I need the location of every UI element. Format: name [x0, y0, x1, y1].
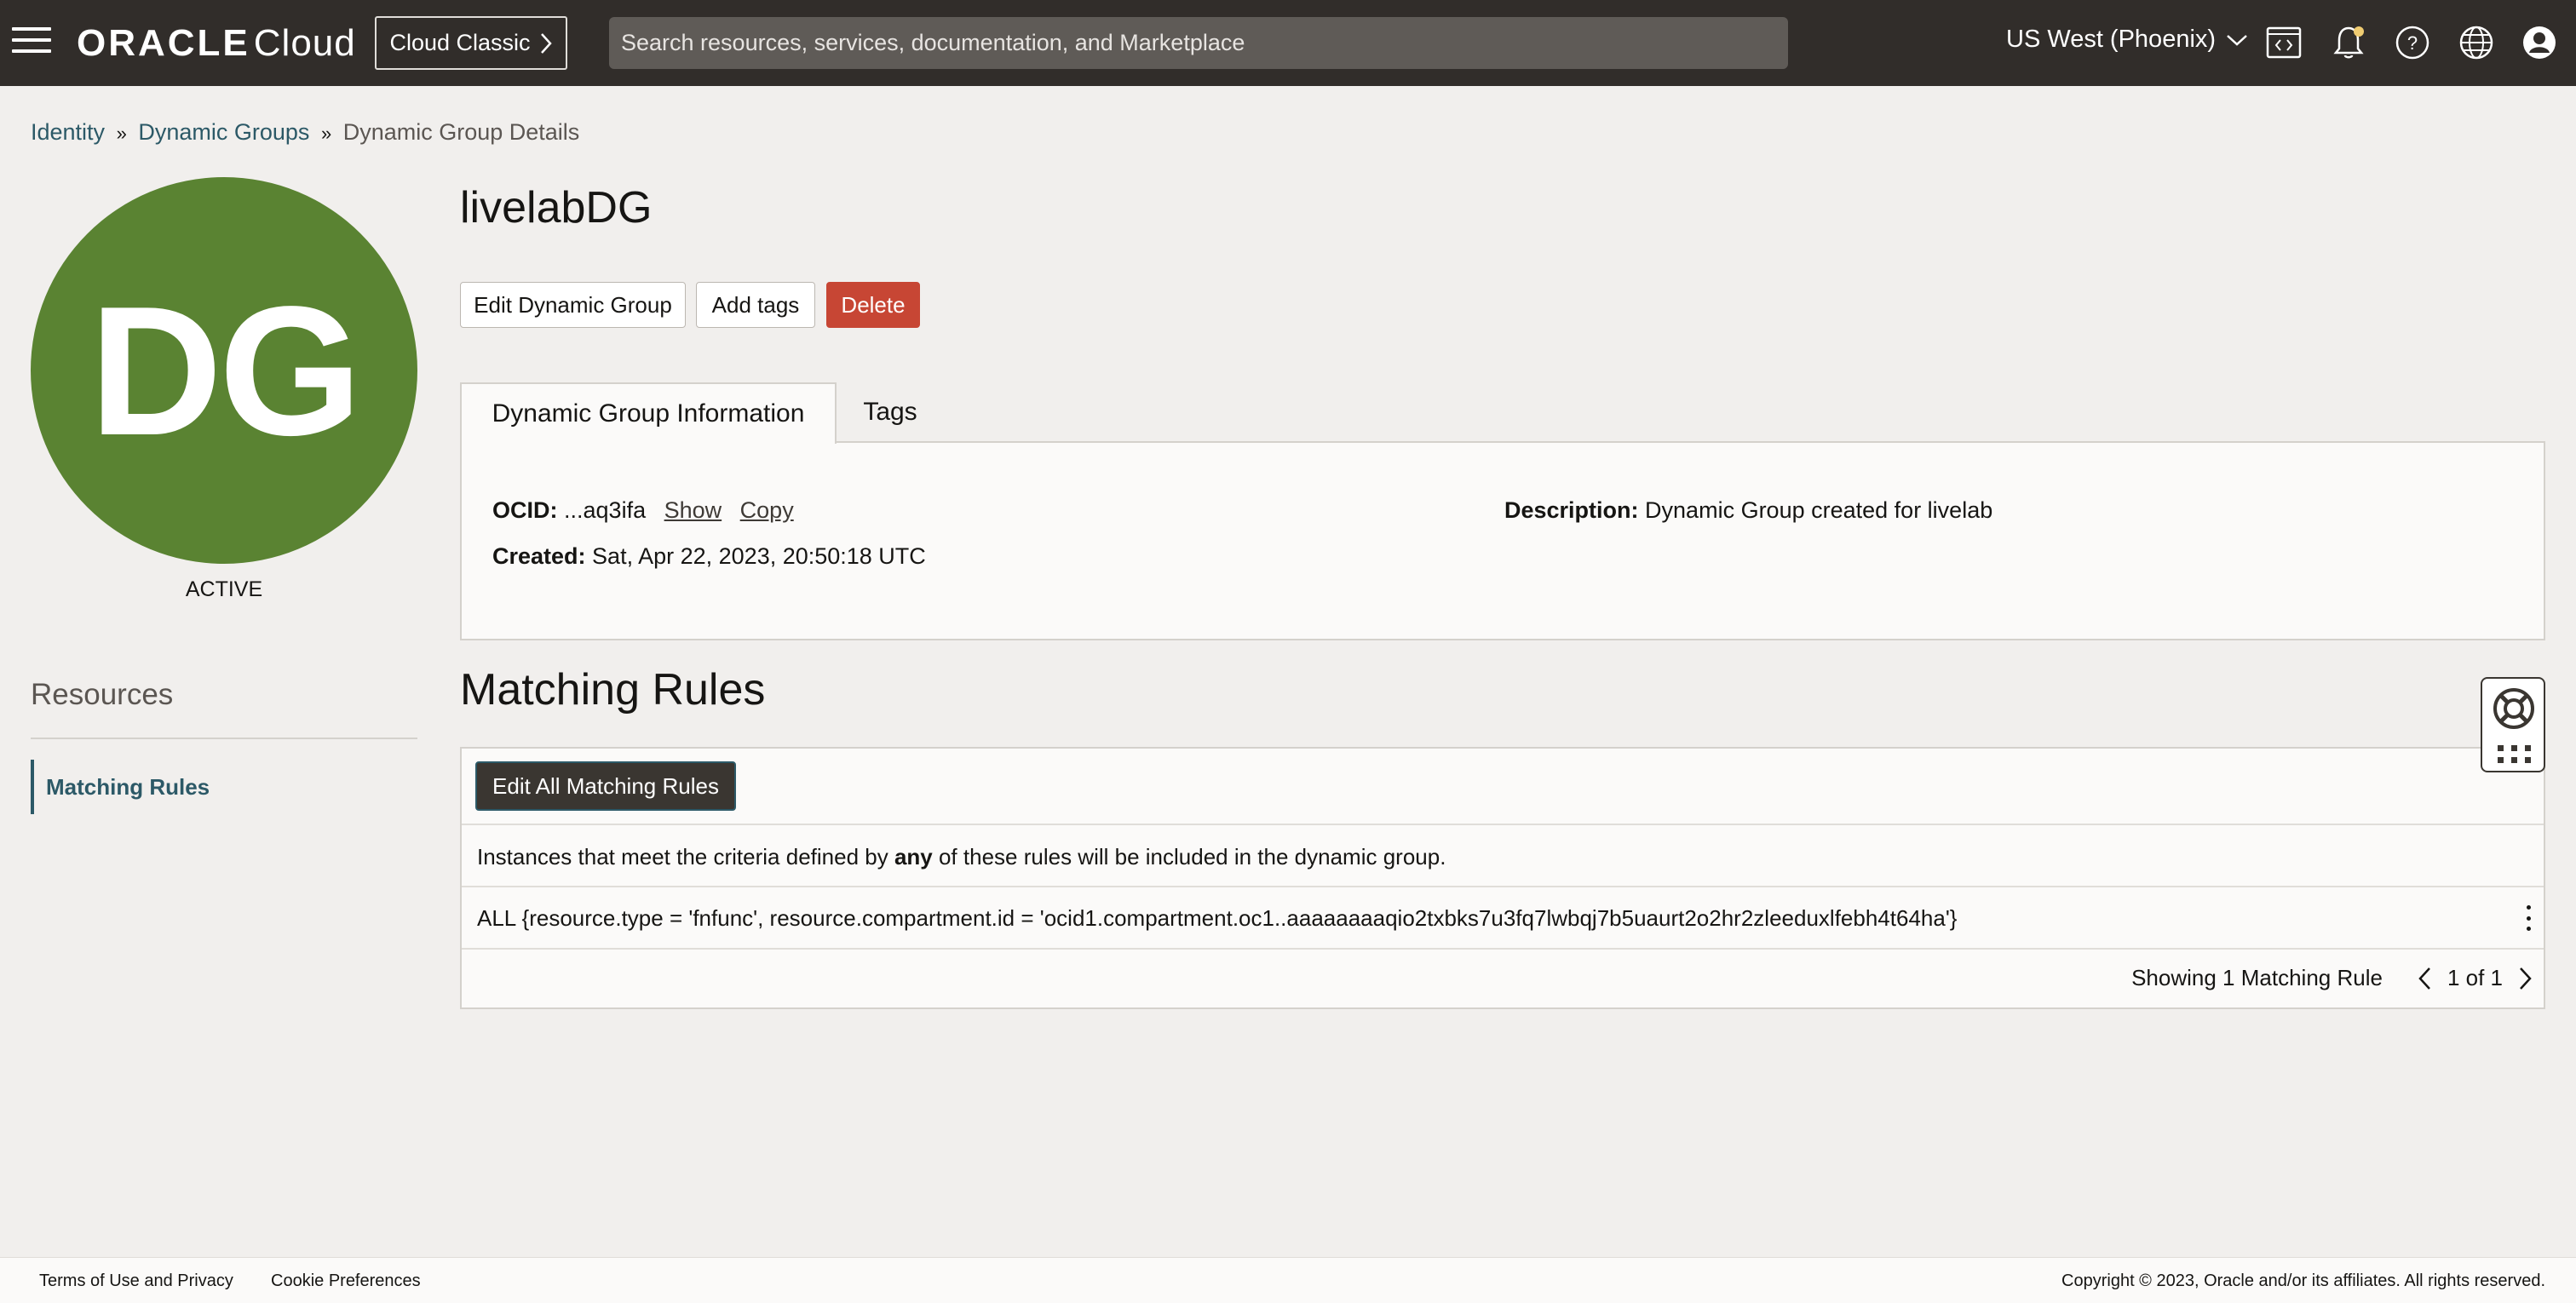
- created-label: Created:: [492, 543, 586, 569]
- region-label: US West (Phoenix): [2006, 26, 2217, 53]
- copy-ocid-link[interactable]: Copy: [740, 497, 794, 523]
- rules-desc-bold: any: [894, 844, 933, 870]
- code-editor-icon[interactable]: [2264, 23, 2303, 62]
- brand-cloud: Cloud: [253, 22, 356, 64]
- show-ocid-link[interactable]: Show: [664, 497, 722, 523]
- created-value: Sat, Apr 22, 2023, 20:50:18 UTC: [592, 543, 926, 569]
- kebab-menu-icon[interactable]: [2520, 905, 2537, 931]
- resources-divider: [31, 738, 417, 739]
- description-label: Description:: [1504, 497, 1639, 523]
- cloud-classic-button[interactable]: Cloud Classic: [375, 16, 567, 70]
- breadcrumb-current: Dynamic Group Details: [342, 119, 580, 145]
- rules-divider: [462, 948, 2544, 950]
- region-selector[interactable]: US West (Phoenix): [2006, 26, 2248, 54]
- edit-all-matching-rules-button[interactable]: Edit All Matching Rules: [475, 761, 736, 811]
- delete-button[interactable]: Delete: [826, 282, 920, 328]
- bell-icon[interactable]: [2329, 23, 2368, 62]
- showing-count: Showing 1 Matching Rule: [2131, 965, 2383, 990]
- created-row: Created: Sat, Apr 22, 2023, 20:50:18 UTC: [492, 543, 926, 570]
- chevron-down-icon: [2227, 34, 2247, 46]
- description-row: Description: Dynamic Group created for l…: [1504, 497, 1992, 524]
- user-icon[interactable]: [2520, 23, 2559, 62]
- pagination: Showing 1 Matching Rule 1 of 1: [2131, 965, 2533, 991]
- menu-icon[interactable]: [12, 27, 51, 58]
- group-avatar: DG: [31, 177, 417, 564]
- dynamic-group-information-panel: OCID: ...aq3ifa Show Copy Created: Sat, …: [460, 441, 2545, 640]
- help-icon[interactable]: ?: [2393, 23, 2432, 62]
- page-title: livelabDG: [460, 183, 653, 232]
- breadcrumb-identity[interactable]: Identity: [31, 119, 105, 145]
- list-item: ALL {resource.type = 'fnfunc', resource.…: [477, 905, 1958, 931]
- resources-item-matching-rules[interactable]: Matching Rules: [31, 760, 417, 814]
- breadcrumb-dynamic-groups[interactable]: Dynamic Groups: [138, 119, 309, 145]
- tab-dynamic-group-information[interactable]: Dynamic Group Information: [460, 382, 837, 444]
- copyright-text: Copyright © 2023, Oracle and/or its affi…: [2061, 1271, 2545, 1290]
- chevron-left-icon[interactable]: [2417, 966, 2432, 991]
- matching-rules-title: Matching Rules: [460, 665, 766, 715]
- globe-icon[interactable]: [2457, 23, 2496, 62]
- status-label: ACTIVE: [185, 577, 263, 601]
- matching-rules-panel: Edit All Matching Rules Instances that m…: [460, 747, 2545, 1009]
- rules-desc-before: Instances that meet the criteria defined…: [477, 844, 894, 870]
- cookie-preferences-link[interactable]: Cookie Preferences: [271, 1271, 421, 1291]
- top-navigation-bar: ORACLECloud Cloud Classic US West (Phoen…: [0, 0, 2576, 86]
- chevron-right-icon[interactable]: [2518, 966, 2533, 991]
- add-tags-button[interactable]: Add tags: [696, 282, 815, 328]
- breadcrumb: Identity » Dynamic Groups » Dynamic Grou…: [31, 119, 579, 146]
- ocid-value: ...aq3ifa: [564, 497, 647, 523]
- rules-desc-after: of these rules will be included in the d…: [932, 844, 1446, 870]
- lifebuoy-icon[interactable]: [2491, 686, 2537, 732]
- help-widget[interactable]: [2481, 677, 2545, 772]
- resources-title: Resources: [31, 678, 174, 711]
- breadcrumb-separator: »: [116, 123, 127, 144]
- page-indicator: 1 of 1: [2447, 965, 2503, 990]
- rules-description: Instances that meet the criteria defined…: [477, 844, 1446, 870]
- rules-divider: [462, 886, 2544, 887]
- description-value: Dynamic Group created for livelab: [1645, 497, 1993, 523]
- ocid-label: OCID:: [492, 497, 558, 523]
- chevron-right-icon: [540, 32, 552, 54]
- rules-toolbar: Edit All Matching Rules: [462, 749, 2544, 825]
- search-input[interactable]: [609, 17, 1788, 69]
- oracle-cloud-logo[interactable]: ORACLECloud: [77, 22, 356, 65]
- apps-grid-icon[interactable]: [2496, 743, 2533, 766]
- tab-tags[interactable]: Tags: [843, 382, 937, 442]
- footer: Terms of Use and Privacy Cookie Preferen…: [0, 1257, 2576, 1303]
- cloud-classic-label: Cloud Classic: [389, 30, 531, 55]
- ocid-row: OCID: ...aq3ifa Show Copy: [492, 497, 794, 524]
- breadcrumb-separator: »: [320, 123, 332, 144]
- svg-text:?: ?: [2407, 32, 2418, 54]
- edit-dynamic-group-button[interactable]: Edit Dynamic Group: [460, 282, 686, 328]
- terms-link[interactable]: Terms of Use and Privacy: [39, 1271, 233, 1291]
- brand-oracle: ORACLE: [77, 22, 250, 64]
